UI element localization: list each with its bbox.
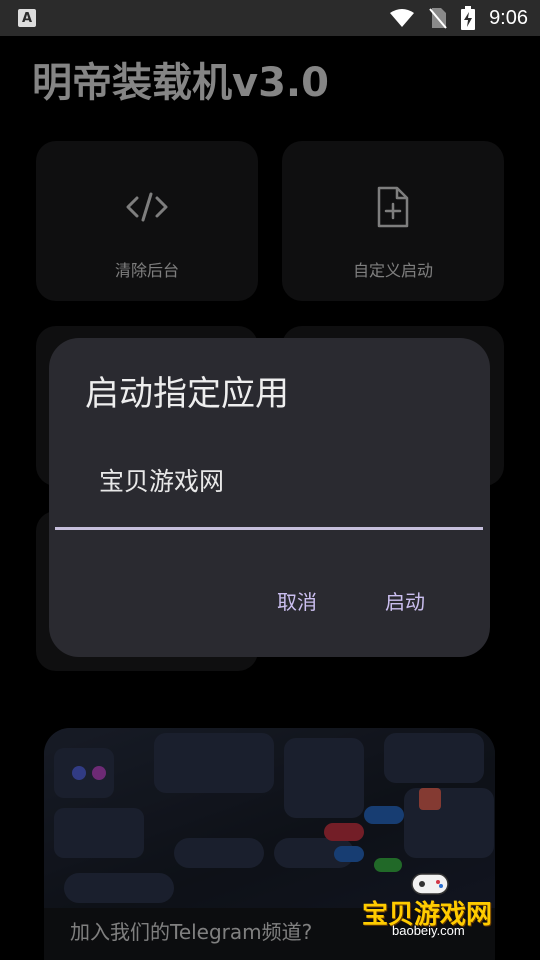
battery-charging-icon <box>461 6 476 30</box>
notification-app-icon: A <box>18 9 36 27</box>
app-name-input-value: 宝贝游戏网 <box>99 467 225 496</box>
no-sim-icon <box>429 8 447 29</box>
watermark-site: baobeiy.com <box>392 923 465 938</box>
status-bar-left: A <box>18 9 36 27</box>
status-bar: A 9:06 <box>0 0 540 36</box>
app-name-input[interactable]: 宝贝游戏网 <box>55 440 483 530</box>
dialog-title: 启动指定应用 <box>85 374 289 414</box>
wifi-icon <box>390 9 415 27</box>
watermark-logo: 宝贝游戏网 baobeiy.com <box>362 868 512 948</box>
cancel-button[interactable]: 取消 <box>277 586 317 615</box>
status-time: 9:06 <box>489 6 528 29</box>
gamepad-icon <box>411 873 449 895</box>
launch-app-dialog: 启动指定应用 宝贝游戏网 取消 启动 <box>49 338 490 657</box>
launch-button[interactable]: 启动 <box>385 586 425 615</box>
status-bar-right: 9:06 <box>389 6 528 30</box>
